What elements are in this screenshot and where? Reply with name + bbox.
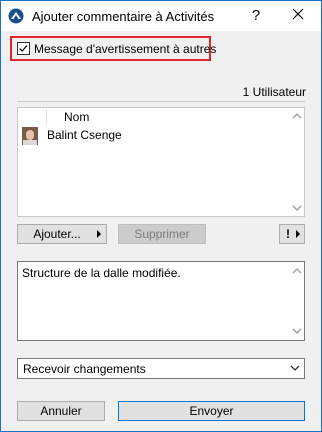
- cancel-button[interactable]: Annuler: [17, 401, 105, 421]
- window-title: Ajouter commentaire à Activités: [32, 9, 215, 24]
- scroll-down-icon[interactable]: [292, 204, 302, 212]
- notify-others-label: Message d'avertissement à autres: [34, 42, 217, 56]
- scroll-down-icon[interactable]: [292, 327, 302, 335]
- dialog-window: Ajouter commentaire à Activités ? Messag…: [0, 0, 322, 432]
- checkmark-icon: [19, 45, 28, 52]
- app-logo-icon: [8, 8, 24, 24]
- list-item[interactable]: Balint Csenge: [18, 125, 290, 147]
- add-user-button[interactable]: Ajouter...: [17, 224, 107, 244]
- send-button[interactable]: Envoyer: [118, 401, 305, 421]
- receive-mode-select[interactable]: Recevoir changements: [17, 358, 305, 379]
- notify-others-checkbox[interactable]: Message d'avertissement à autres: [10, 36, 216, 61]
- avatar: [22, 127, 38, 145]
- list-scrollbar[interactable]: [290, 108, 304, 216]
- send-label: Envoyer: [189, 404, 234, 418]
- add-user-label: Ajouter...: [33, 227, 81, 241]
- receive-mode-value: Recevoir changements: [23, 362, 146, 376]
- user-count: 1 Utilisateur: [242, 85, 306, 99]
- scroll-up-icon[interactable]: [292, 112, 302, 120]
- chevron-down-icon: [290, 365, 300, 371]
- comment-textarea[interactable]: Structure de la dalle modifiée.: [17, 261, 305, 341]
- dropdown-arrow-icon: [296, 230, 300, 238]
- comment-text: Structure de la dalle modifiée.: [22, 266, 181, 280]
- priority-label: !: [286, 227, 290, 241]
- comment-scrollbar[interactable]: [290, 262, 304, 340]
- dropdown-arrow-icon: [97, 230, 101, 238]
- user-name: Balint Csenge: [47, 128, 122, 142]
- help-button[interactable]: ?: [249, 7, 263, 24]
- checkbox-box[interactable]: [17, 42, 30, 55]
- scroll-up-icon[interactable]: [292, 267, 302, 275]
- close-icon[interactable]: [290, 6, 306, 22]
- user-list[interactable]: Nom Balint Csenge: [17, 107, 305, 217]
- cancel-label: Annuler: [40, 404, 82, 418]
- separator: [17, 101, 305, 102]
- column-header-label: Nom: [64, 110, 90, 124]
- remove-user-label: Supprimer: [134, 227, 190, 241]
- priority-button[interactable]: !: [279, 224, 305, 244]
- title-bar[interactable]: Ajouter commentaire à Activités ?: [1, 1, 321, 31]
- column-header-name[interactable]: Nom: [46, 109, 290, 125]
- remove-user-button[interactable]: Supprimer: [118, 224, 206, 244]
